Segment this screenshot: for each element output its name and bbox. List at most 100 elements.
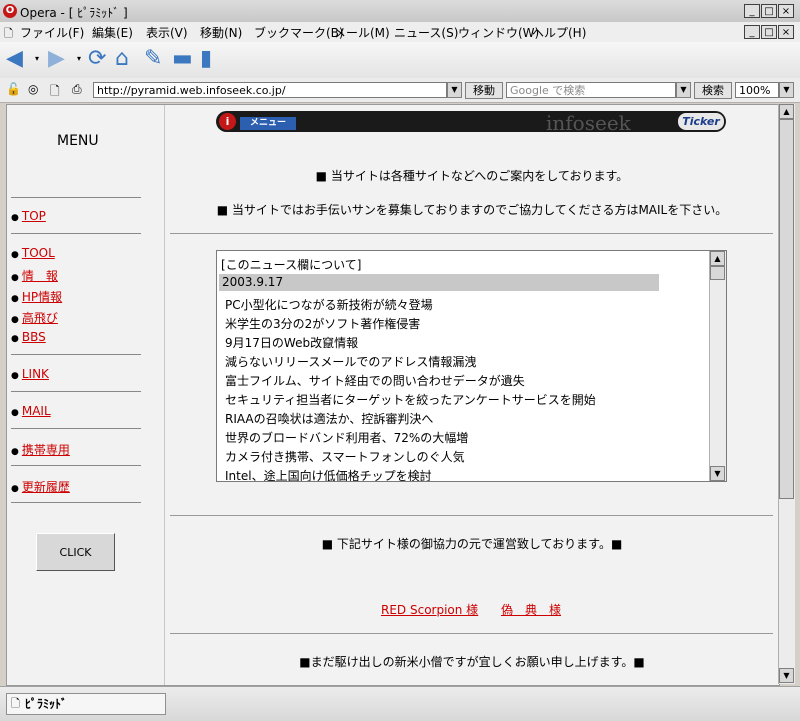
page-scroll-thumb[interactable]	[779, 119, 794, 499]
news-item[interactable]: 世界のブロードバンド利用者、72%の大幅増	[225, 429, 468, 446]
reload-icon[interactable]: ⟳	[88, 47, 106, 71]
search-engine-dropdown[interactable]: ▼	[676, 82, 691, 98]
forward-history-icon[interactable]: ▾	[77, 54, 81, 63]
back-icon[interactable]: ◀	[6, 47, 23, 71]
partner-link-giten[interactable]: 偽 典 様	[501, 601, 561, 618]
page-scrollbar[interactable]: ▲ ▼	[778, 104, 795, 684]
go-button[interactable]: 移動	[465, 82, 503, 99]
ticker-button[interactable]: Ticker	[678, 113, 724, 130]
news-item[interactable]: Intel、途上国向け低価格チップを検討	[225, 467, 432, 481]
nav-info[interactable]: ● 情 報	[11, 267, 58, 284]
divider	[170, 633, 773, 634]
menu-bar: 🗋 ファイル(F) 編集(E) 表示(V) 移動(N) ブックマーク(B) メー…	[0, 22, 800, 42]
news-date: 2003.9.17	[219, 274, 659, 291]
zoom-dropdown[interactable]: ▼	[779, 82, 794, 98]
tab-page-icon: 🗋	[11, 697, 20, 710]
close-button[interactable]: ×	[778, 4, 794, 18]
menu-go[interactable]: 移動(N)	[200, 24, 242, 41]
maximize-button[interactable]: □	[761, 4, 777, 18]
address-input[interactable]: http://pyramid.web.infoseek.co.jp/	[93, 82, 447, 98]
minimize-button[interactable]: _	[744, 4, 760, 18]
intro-text-1: ■ 当サイトは各種サイトなどへのご案内をしております。	[315, 169, 629, 183]
home-icon[interactable]: ⌂	[115, 47, 129, 71]
new-page-icon[interactable]: 🗋	[50, 82, 60, 103]
document-icon[interactable]: ▮	[200, 47, 212, 71]
menu-news[interactable]: ニュース(S)	[394, 24, 458, 41]
navigation-toolbar: ◀ ▾ ▶ ▾ ⟳ ⌂ ✎ ▬ ▮	[0, 42, 800, 79]
news-item[interactable]: 9月17日のWeb改竄情報	[225, 334, 358, 351]
opera-logo-icon: O	[3, 4, 17, 18]
doc-close-button[interactable]: ×	[778, 25, 794, 39]
divider	[11, 354, 141, 355]
nav-tool[interactable]: ● TOOL	[11, 246, 55, 260]
news-item[interactable]: セキュリティ担当者にターゲットを絞ったアンケートサービスを開始	[225, 391, 596, 408]
infoseek-logo-icon: i	[219, 113, 236, 130]
nav-bbs[interactable]: ● BBS	[11, 330, 46, 344]
partner-link-red-scorpion[interactable]: RED Scorpion 様	[381, 601, 478, 618]
menu-title: MENU	[57, 133, 99, 149]
news-item[interactable]: カメラ付き携帯、スマートフォンしのぐ人気	[225, 448, 465, 465]
scroll-thumb[interactable]	[710, 266, 725, 280]
main-frame: i メニュー infoseek Ticker ■ 当サイトは各種サイトなどへのご…	[165, 105, 779, 685]
page-viewport: MENU ● TOP ● TOOL ● 情 報 ● HP情報 ● 高飛び ● BBS ● LI…	[6, 104, 780, 686]
page-scroll-up-icon[interactable]: ▲	[779, 104, 794, 119]
nav-top[interactable]: ● TOP	[11, 209, 46, 223]
menu-window[interactable]: ウィンドウ(W)	[458, 24, 539, 41]
intro-text-2: ■ 当サイトではお手伝いサンを募集しておりますのでご協力してくださる方はMAIL…	[216, 203, 728, 217]
nav-takatobi[interactable]: ● 高飛び	[11, 309, 58, 326]
menu-bookmarks[interactable]: ブックマーク(B)	[254, 24, 344, 41]
banner-menu-tab[interactable]: メニュー	[240, 117, 296, 130]
page-scroll-down-icon[interactable]: ▼	[779, 668, 794, 683]
infoseek-banner[interactable]: i メニュー infoseek Ticker	[216, 111, 726, 132]
search-input[interactable]: Google で検索	[506, 82, 676, 98]
cooperation-text: ■ 下記サイト様の御協力の元で運営致しております。■	[321, 537, 623, 551]
address-toolbar: 🔓 ◎ 🗋 ⎙ http://pyramid.web.infoseek.co.j…	[0, 78, 800, 103]
forward-icon[interactable]: ▶	[48, 47, 65, 71]
nav-link[interactable]: ● LINK	[11, 367, 49, 381]
news-item[interactable]: 米学生の3分の2がソフト著作権侵害	[225, 315, 420, 332]
print-preview-icon[interactable]: ⎙	[72, 82, 82, 97]
menu-mail[interactable]: メール(M)	[334, 24, 390, 41]
news-ticker-box[interactable]: [このニュース欄について] 2003.9.17 PC小型化につながる新技術が続々…	[216, 250, 727, 482]
menu-view[interactable]: 表示(V)	[146, 24, 188, 41]
hotlist-icon[interactable]: ✎	[144, 47, 162, 71]
news-item[interactable]: 富士フイルム、サイト経由での問い合わせデータが遺失	[225, 372, 525, 389]
doc-minimize-button[interactable]: _	[744, 25, 760, 39]
doc-restore-button[interactable]: □	[761, 25, 777, 39]
menu-edit[interactable]: 編集(E)	[92, 24, 133, 41]
title-bar: O Opera - [ ﾋﾟﾗﾐｯﾄﾞ ] _ □ ×	[0, 0, 800, 23]
divider	[11, 197, 141, 198]
divider	[11, 428, 141, 429]
cookie-icon[interactable]: ◎	[28, 82, 38, 96]
news-scrollbar[interactable]: ▲ ▼	[709, 251, 726, 481]
left-frame: MENU ● TOP ● TOOL ● 情 報 ● HP情報 ● 高飛び ● BBS ● LI…	[7, 105, 165, 685]
address-dropdown[interactable]: ▼	[447, 82, 462, 98]
nav-mobile[interactable]: ● 携帯専用	[11, 441, 70, 458]
tab-bar: 🗋 ﾋﾟﾗﾐｯﾄﾞ	[0, 686, 800, 721]
divider	[11, 502, 141, 503]
zoom-input[interactable]: 100%	[735, 82, 779, 98]
print-icon[interactable]: ▬	[172, 47, 193, 71]
banner-brand: infoseek	[546, 111, 631, 132]
search-button[interactable]: 検索	[694, 82, 732, 99]
nav-update-history[interactable]: ● 更新履歴	[11, 478, 70, 495]
news-header[interactable]: [このニュース欄について]	[221, 256, 361, 273]
menu-help[interactable]: ヘルプ(H)	[532, 24, 586, 41]
scroll-up-icon[interactable]: ▲	[710, 251, 725, 266]
tab-label: ﾋﾟﾗﾐｯﾄﾞ	[25, 697, 68, 711]
scroll-down-icon[interactable]: ▼	[710, 466, 725, 481]
back-history-icon[interactable]: ▾	[35, 54, 39, 63]
window-title: Opera - [ ﾋﾟﾗﾐｯﾄﾞ ]	[20, 6, 128, 20]
nav-mail[interactable]: ● MAIL	[11, 404, 51, 418]
nav-hp-info[interactable]: ● HP情報	[11, 288, 62, 305]
divider	[170, 233, 773, 234]
divider	[170, 515, 773, 516]
divider	[11, 391, 141, 392]
news-item[interactable]: 減らないリリースメールでのアドレス情報漏洩	[225, 353, 476, 370]
menu-file[interactable]: ファイル(F)	[20, 24, 84, 41]
news-item[interactable]: PC小型化につながる新技術が続々登場	[225, 296, 433, 313]
news-item[interactable]: RIAAの召喚状は適法か、控訴審判決へ	[225, 410, 433, 427]
click-button[interactable]: CLICK	[36, 533, 115, 571]
page-tab[interactable]: 🗋 ﾋﾟﾗﾐｯﾄﾞ	[6, 693, 166, 715]
closing-text: ■まだ駆け出しの新米小僧ですが宜しくお願い申し上げます。■	[299, 655, 645, 669]
